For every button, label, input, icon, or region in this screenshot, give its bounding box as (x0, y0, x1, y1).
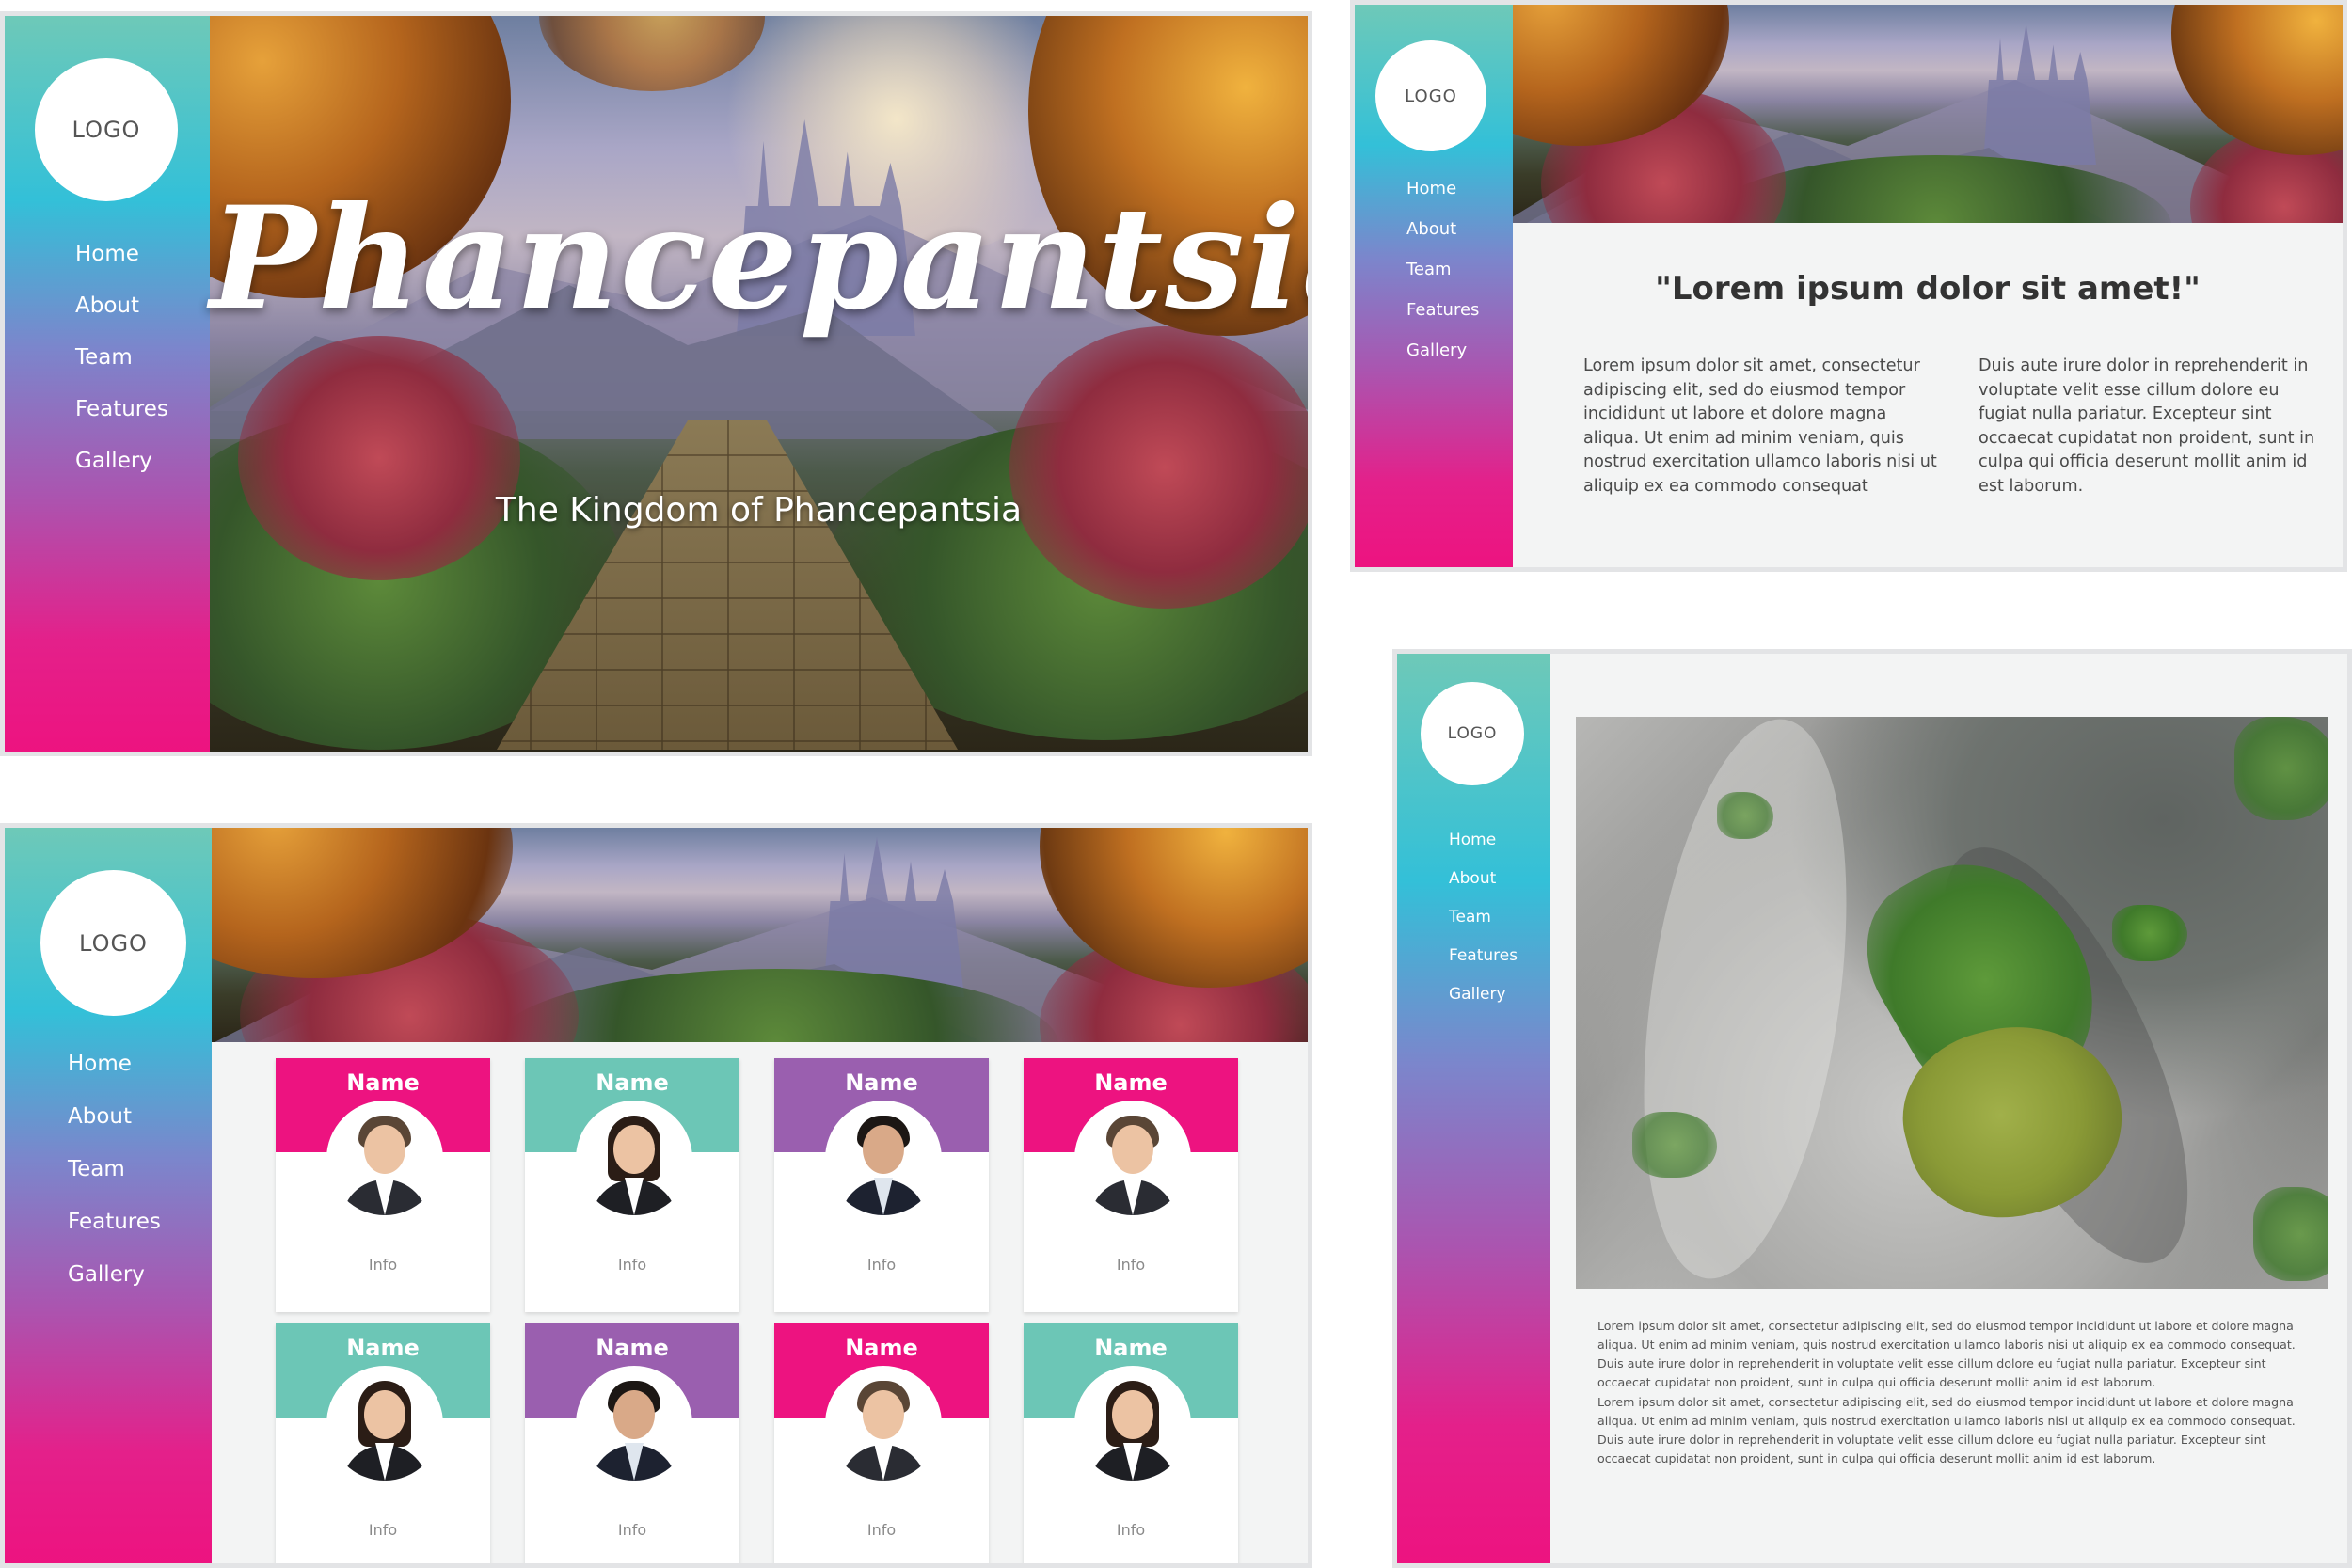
nav-item-gallery[interactable]: Gallery (1449, 985, 1518, 1023)
team-member-photo (326, 1101, 443, 1217)
team-member-info: Info (617, 1521, 647, 1539)
nav-item-features[interactable]: Features (1406, 300, 1479, 341)
team-member-name: Name (596, 1069, 669, 1096)
banner-image (212, 828, 1308, 1042)
nav-item-team[interactable]: Team (75, 345, 168, 397)
sidebar: LOGO Home About Team Features Gallery (5, 16, 210, 752)
nav-item-about[interactable]: About (1449, 869, 1518, 908)
team-card[interactable]: Name Info (276, 1058, 490, 1312)
team-member-info: Info (1116, 1256, 1146, 1274)
team-member-info: Info (368, 1521, 398, 1539)
team-member-info: Info (866, 1256, 897, 1274)
team-member-photo (576, 1101, 692, 1217)
team-member-photo (1074, 1366, 1191, 1482)
nav-item-gallery[interactable]: Gallery (1406, 341, 1479, 381)
team-member-photo (326, 1366, 443, 1482)
sidebar: LOGO Home About Team Features Gallery (5, 828, 212, 1563)
team-member-name: Name (346, 1335, 420, 1361)
nav-item-about[interactable]: About (1406, 219, 1479, 260)
team-card[interactable]: Name Info (774, 1058, 989, 1312)
about-text-right: Duis aute irure dolor in reprehenderit i… (1979, 356, 2315, 496)
team-member-photo (1074, 1101, 1191, 1217)
logo[interactable]: LOGO (1421, 682, 1524, 785)
hero-background-image (210, 16, 1308, 752)
nav-item-about[interactable]: About (68, 1104, 161, 1157)
team-member-photo (825, 1366, 942, 1482)
nav-item-team[interactable]: Team (1449, 908, 1518, 946)
team-member-name: Name (845, 1069, 918, 1096)
hero-title: Phancepantsia (210, 176, 1312, 341)
nav-item-features[interactable]: Features (68, 1210, 161, 1262)
team-member-name: Name (1094, 1069, 1168, 1096)
nav-menu: Home About Team Features Gallery (1449, 831, 1518, 1023)
nav-item-team[interactable]: Team (1406, 260, 1479, 300)
team-member-name: Name (1094, 1335, 1168, 1361)
hero-subtitle: The Kingdom of Phancepantsia (495, 491, 1023, 530)
about-text-left: Lorem ipsum dolor sit amet, consectetur … (1583, 356, 1937, 496)
team-member-info: Info (1116, 1521, 1146, 1539)
team-member-info: Info (617, 1256, 647, 1274)
logo[interactable]: LOGO (1375, 40, 1486, 151)
gallery-image[interactable] (1576, 717, 2328, 1289)
nav-item-home[interactable]: Home (1406, 179, 1479, 219)
team-card[interactable]: Name Info (1024, 1323, 1238, 1563)
nav-menu: Home About Team Features Gallery (1406, 179, 1479, 381)
team-member-photo (825, 1101, 942, 1217)
nav-item-gallery[interactable]: Gallery (68, 1262, 161, 1315)
logo[interactable]: LOGO (40, 870, 186, 1016)
nav-item-features[interactable]: Features (75, 397, 168, 449)
team-card[interactable]: Name Info (774, 1323, 989, 1563)
nav-item-team[interactable]: Team (68, 1157, 161, 1210)
gallery-panel: LOGO Home About Team Features Gallery Lo… (1392, 649, 2352, 1568)
sidebar: LOGO Home About Team Features Gallery (1397, 654, 1550, 1563)
team-card[interactable]: Name Info (525, 1058, 739, 1312)
nav-item-gallery[interactable]: Gallery (75, 449, 168, 500)
nav-item-features[interactable]: Features (1449, 946, 1518, 985)
team-card[interactable]: Name Info (276, 1323, 490, 1563)
gallery-paragraph-2: Lorem ipsum dolor sit amet, consectetur … (1597, 1394, 2296, 1465)
nav-menu: Home About Team Features Gallery (75, 242, 168, 500)
nav-item-about[interactable]: About (75, 293, 168, 345)
team-member-info: Info (866, 1521, 897, 1539)
logo[interactable]: LOGO (35, 58, 178, 201)
team-member-name: Name (845, 1335, 918, 1361)
about-heading: "Lorem ipsum dolor sit amet!" (1655, 270, 2201, 308)
team-member-name: Name (596, 1335, 669, 1361)
team-panel: LOGO Home About Team Features Gallery Na… (0, 823, 1312, 1568)
team-card[interactable]: Name Info (525, 1323, 739, 1563)
gallery-text: Lorem ipsum dolor sit amet, consectetur … (1597, 1317, 2312, 1468)
banner-image (1513, 5, 2343, 223)
team-card[interactable]: Name Info (1024, 1058, 1238, 1312)
sidebar: LOGO Home About Team Features Gallery (1355, 5, 1513, 567)
nav-item-home[interactable]: Home (1449, 831, 1518, 869)
nav-item-home[interactable]: Home (75, 242, 168, 293)
gallery-paragraph-1: Lorem ipsum dolor sit amet, consectetur … (1597, 1319, 2296, 1390)
team-member-name: Name (346, 1069, 420, 1096)
nav-item-home[interactable]: Home (68, 1052, 161, 1104)
team-member-photo (576, 1366, 692, 1482)
about-panel: LOGO Home About Team Features Gallery "L… (1350, 0, 2347, 572)
nav-menu: Home About Team Features Gallery (68, 1052, 161, 1315)
team-member-info: Info (368, 1256, 398, 1274)
hero-panel: LOGO Home About Team Features Gallery Ph… (0, 11, 1312, 756)
